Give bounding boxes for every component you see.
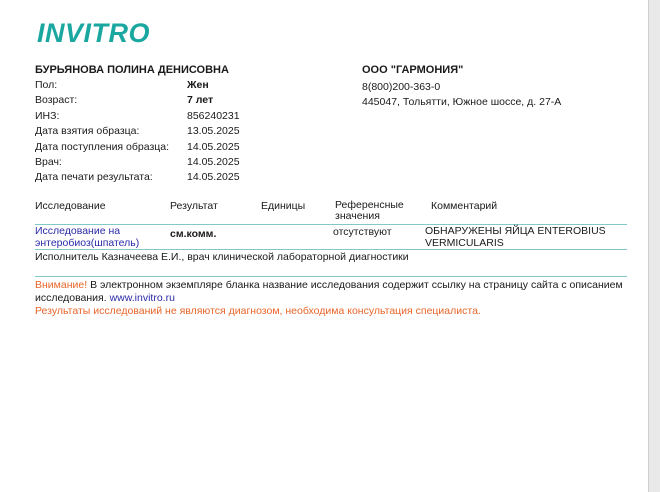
field-label: Пол: (35, 79, 58, 91)
field-label: Дата печати результата: (35, 171, 153, 184)
patient-info: Пол: Жен Возраст: 7 лет ИНЗ: 856240231 Д… (35, 79, 295, 187)
comment-line1: ОБНАРУЖЕНЫ ЯЙЦА ENTEROBIUS (425, 225, 606, 237)
field-value: 7 лет (187, 94, 214, 107)
study-line2: энтеробиоз(шпатель) (35, 236, 140, 249)
field-sample-date: Дата взятия образца: 13.05.2025 (35, 125, 295, 140)
notice-divider (35, 276, 627, 277)
header-result: Результат (170, 200, 218, 212)
invitro-logo: INVITRO (37, 18, 151, 48)
field-value: 856240231 (187, 109, 240, 122)
field-label: ИНЗ: (35, 109, 60, 122)
result-document: INVITRO БУРЬЯНОВА ПОЛИНА ДЕНИСОВНА Пол: … (0, 0, 649, 492)
site-link[interactable]: www.invitro.ru (110, 292, 175, 304)
field-sex: Пол: Жен (35, 79, 295, 94)
field-doctor: Врач: 14.05.2025 (35, 156, 295, 171)
reference-value: отсутствуют (333, 226, 392, 238)
field-value: 14.05.2025 (187, 171, 240, 184)
comment-line2: VERMICULARIS (425, 236, 504, 249)
row-divider (35, 249, 627, 250)
study-link[interactable]: Исследование на энтеробиоз(шпатель) (35, 225, 140, 249)
field-print-date: Дата печати результата: 14.05.2025 (35, 171, 295, 186)
org-address: 445047, Тольятти, Южное шоссе, д. 27-А (362, 96, 562, 108)
notice-warning: Внимание! (35, 279, 88, 291)
header-comment: Комментарий (431, 200, 498, 212)
field-value: Жен (187, 79, 209, 91)
field-label: Дата поступления образца: (35, 140, 170, 153)
field-label: Врач: (35, 155, 62, 168)
result-value: см.комм. (170, 228, 217, 240)
field-value: 14.05.2025 (187, 140, 240, 153)
header-reference-line2: значения (335, 210, 380, 222)
field-value: 13.05.2025 (187, 125, 240, 138)
comment-value: ОБНАРУЖЕНЫ ЯЙЦА ENTEROBIUS VERMICULARIS (425, 225, 606, 249)
field-inz: ИНЗ: 856240231 (35, 110, 295, 125)
disclaimer: Результаты исследований не являются диаг… (35, 305, 481, 317)
header-study: Исследование (35, 200, 106, 212)
field-label: Дата взятия образца: (35, 125, 140, 138)
org-phone: 8(800)200-363-0 (362, 81, 441, 93)
executor: Исполнитель Казначеева Е.И., врач клинич… (35, 251, 409, 263)
patient-name: БУРЬЯНОВА ПОЛИНА ДЕНИСОВНА (35, 64, 229, 76)
org-name: ООО "ГАРМОНИЯ" (362, 64, 464, 76)
field-received-date: Дата поступления образца: 14.05.2025 (35, 141, 295, 156)
notice: Внимание! В электронном экземпляре бланк… (35, 279, 627, 305)
header-reference: Референсные значения (335, 200, 404, 222)
field-age: Возраст: 7 лет (35, 94, 295, 109)
study-line1: Исследование на (35, 225, 121, 237)
field-value: 14.05.2025 (187, 155, 240, 168)
field-label: Возраст: (35, 94, 78, 107)
header-units: Единицы (261, 200, 306, 212)
organization-info: ООО "ГАРМОНИЯ" 8(800)200-363-0 445047, Т… (362, 64, 561, 111)
